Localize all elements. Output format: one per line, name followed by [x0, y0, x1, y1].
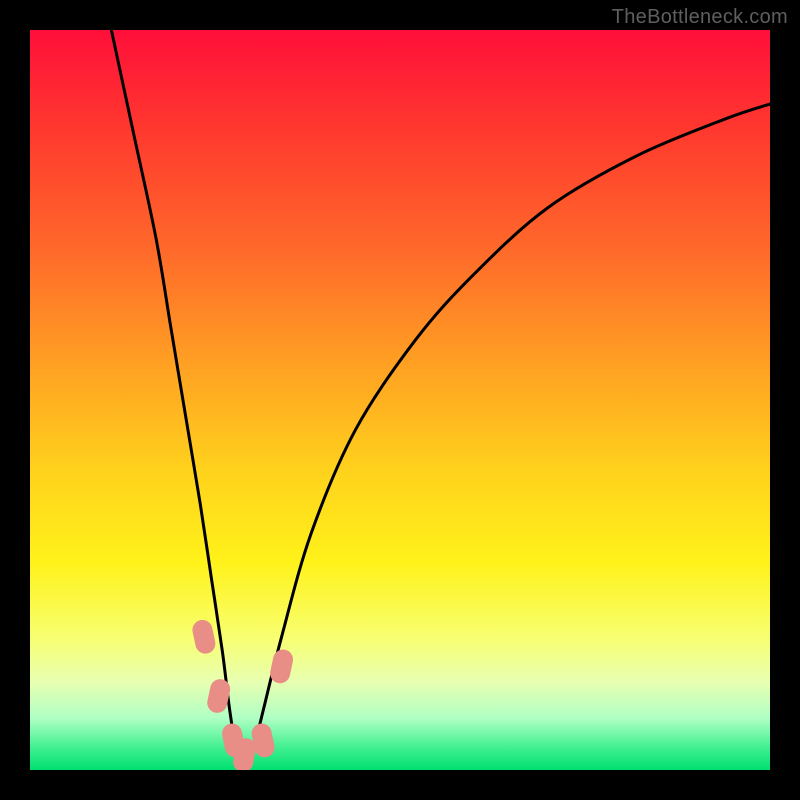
plot-area [30, 30, 770, 770]
gradient-background [30, 30, 770, 770]
chart-frame: TheBottleneck.com [0, 0, 800, 800]
watermark-text: TheBottleneck.com [612, 6, 788, 29]
chart-svg [30, 30, 770, 770]
